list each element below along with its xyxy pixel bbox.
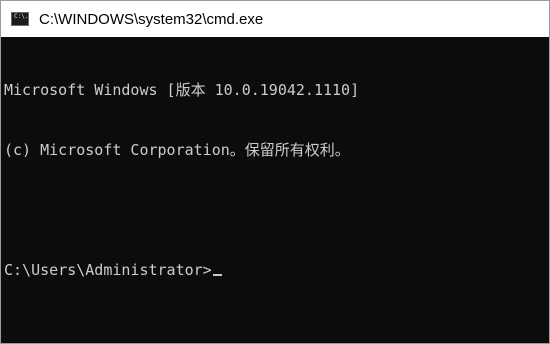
command-prompt-line[interactable]: C:\Users\Administrator> [4,260,549,280]
cmd-window: C:\. C:\WINDOWS\system32\cmd.exe Microso… [0,0,550,344]
title-bar[interactable]: C:\. C:\WINDOWS\system32\cmd.exe [1,1,549,37]
console-line-version: Microsoft Windows [版本 10.0.19042.1110] [4,81,360,99]
console-line-copyright: (c) Microsoft Corporation。保留所有权利。 [4,141,350,159]
cmd-icon: C:\. [11,12,29,26]
window-title: C:\WINDOWS\system32\cmd.exe [39,10,264,28]
console-output[interactable]: Microsoft Windows [版本 10.0.19042.1110] (… [4,40,549,343]
text-cursor [212,274,222,276]
command-prompt: C:\Users\Administrator> [4,261,212,279]
